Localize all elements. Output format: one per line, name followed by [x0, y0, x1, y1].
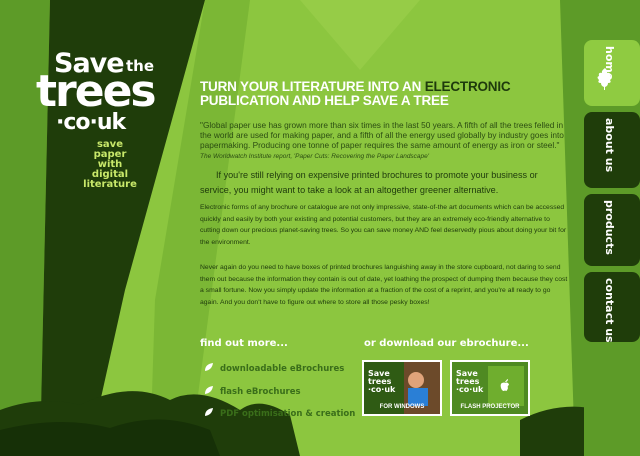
nav-contact-label: contact us: [603, 278, 616, 343]
nav-tab-about-us[interactable]: about us: [584, 112, 640, 188]
tagline-line: literature: [83, 179, 137, 190]
logo-tagline: save paper with digital literature: [60, 140, 160, 190]
nav-tab-contact-us[interactable]: contact us: [584, 272, 640, 343]
link-pdf-optimisation[interactable]: PDF optimisation & creation: [204, 407, 355, 419]
quote-text: "Global paper use has grown more than si…: [200, 120, 564, 150]
leaf-icon: [205, 386, 213, 394]
download-windows-ebrochure[interactable]: Save trees ·co·uk FOR WINDOWS: [362, 360, 442, 416]
link-label: flash eBrochures: [220, 387, 301, 397]
nav-tab-home[interactable]: home: [584, 40, 640, 106]
find-out-more-heading: find out more...: [200, 338, 288, 349]
headline-highlight: electronic: [424, 79, 511, 94]
mac-label: FLASH PROJECTOR: [460, 404, 520, 410]
leaf-icon: [205, 363, 213, 371]
link-label: PDF optimisation & creation: [220, 409, 356, 419]
nav-about-label: about us: [603, 118, 616, 173]
lead-paragraph: If you're still relying on expensive pri…: [200, 170, 538, 195]
link-flash-ebrochures[interactable]: flash eBrochures: [204, 385, 301, 397]
body-paragraph: Electronic forms of any brochure or cata…: [200, 204, 567, 246]
nav-products-label: products: [603, 200, 616, 255]
page-headline: Turn your literature into an electronic …: [200, 80, 560, 108]
quote-citation: The Worldwatch Institute report, 'Paper …: [200, 153, 430, 160]
quote-block: "Global paper use has grown more than si…: [200, 120, 570, 162]
headline-part2: publication and help save a tree: [200, 93, 449, 108]
oak-leaf-icon: [597, 68, 612, 90]
logo-couk-text: ·co·uk: [56, 110, 126, 135]
windows-label: FOR WINDOWS: [379, 404, 425, 410]
link-downloadable-ebrochures[interactable]: downloadable eBrochures: [204, 362, 344, 374]
link-label: downloadable eBrochures: [220, 364, 345, 374]
headline-part1: Turn your literature into an: [200, 79, 425, 94]
apple-icon: [500, 379, 509, 391]
leaf-icon: [205, 408, 213, 416]
body-paragraph: Never again do you need to have boxes of…: [200, 264, 568, 306]
brochure-logo: Save trees ·co·uk: [368, 369, 396, 394]
brochure-logo: Save trees ·co·uk: [456, 369, 484, 394]
download-heading: or download our ebrochure...: [364, 338, 529, 349]
nav-tab-products[interactable]: products: [584, 194, 640, 266]
download-mac-ebrochure[interactable]: Save trees ·co·uk FLASH PROJECTOR: [450, 360, 530, 416]
logo-trees-text: trees: [36, 66, 157, 117]
